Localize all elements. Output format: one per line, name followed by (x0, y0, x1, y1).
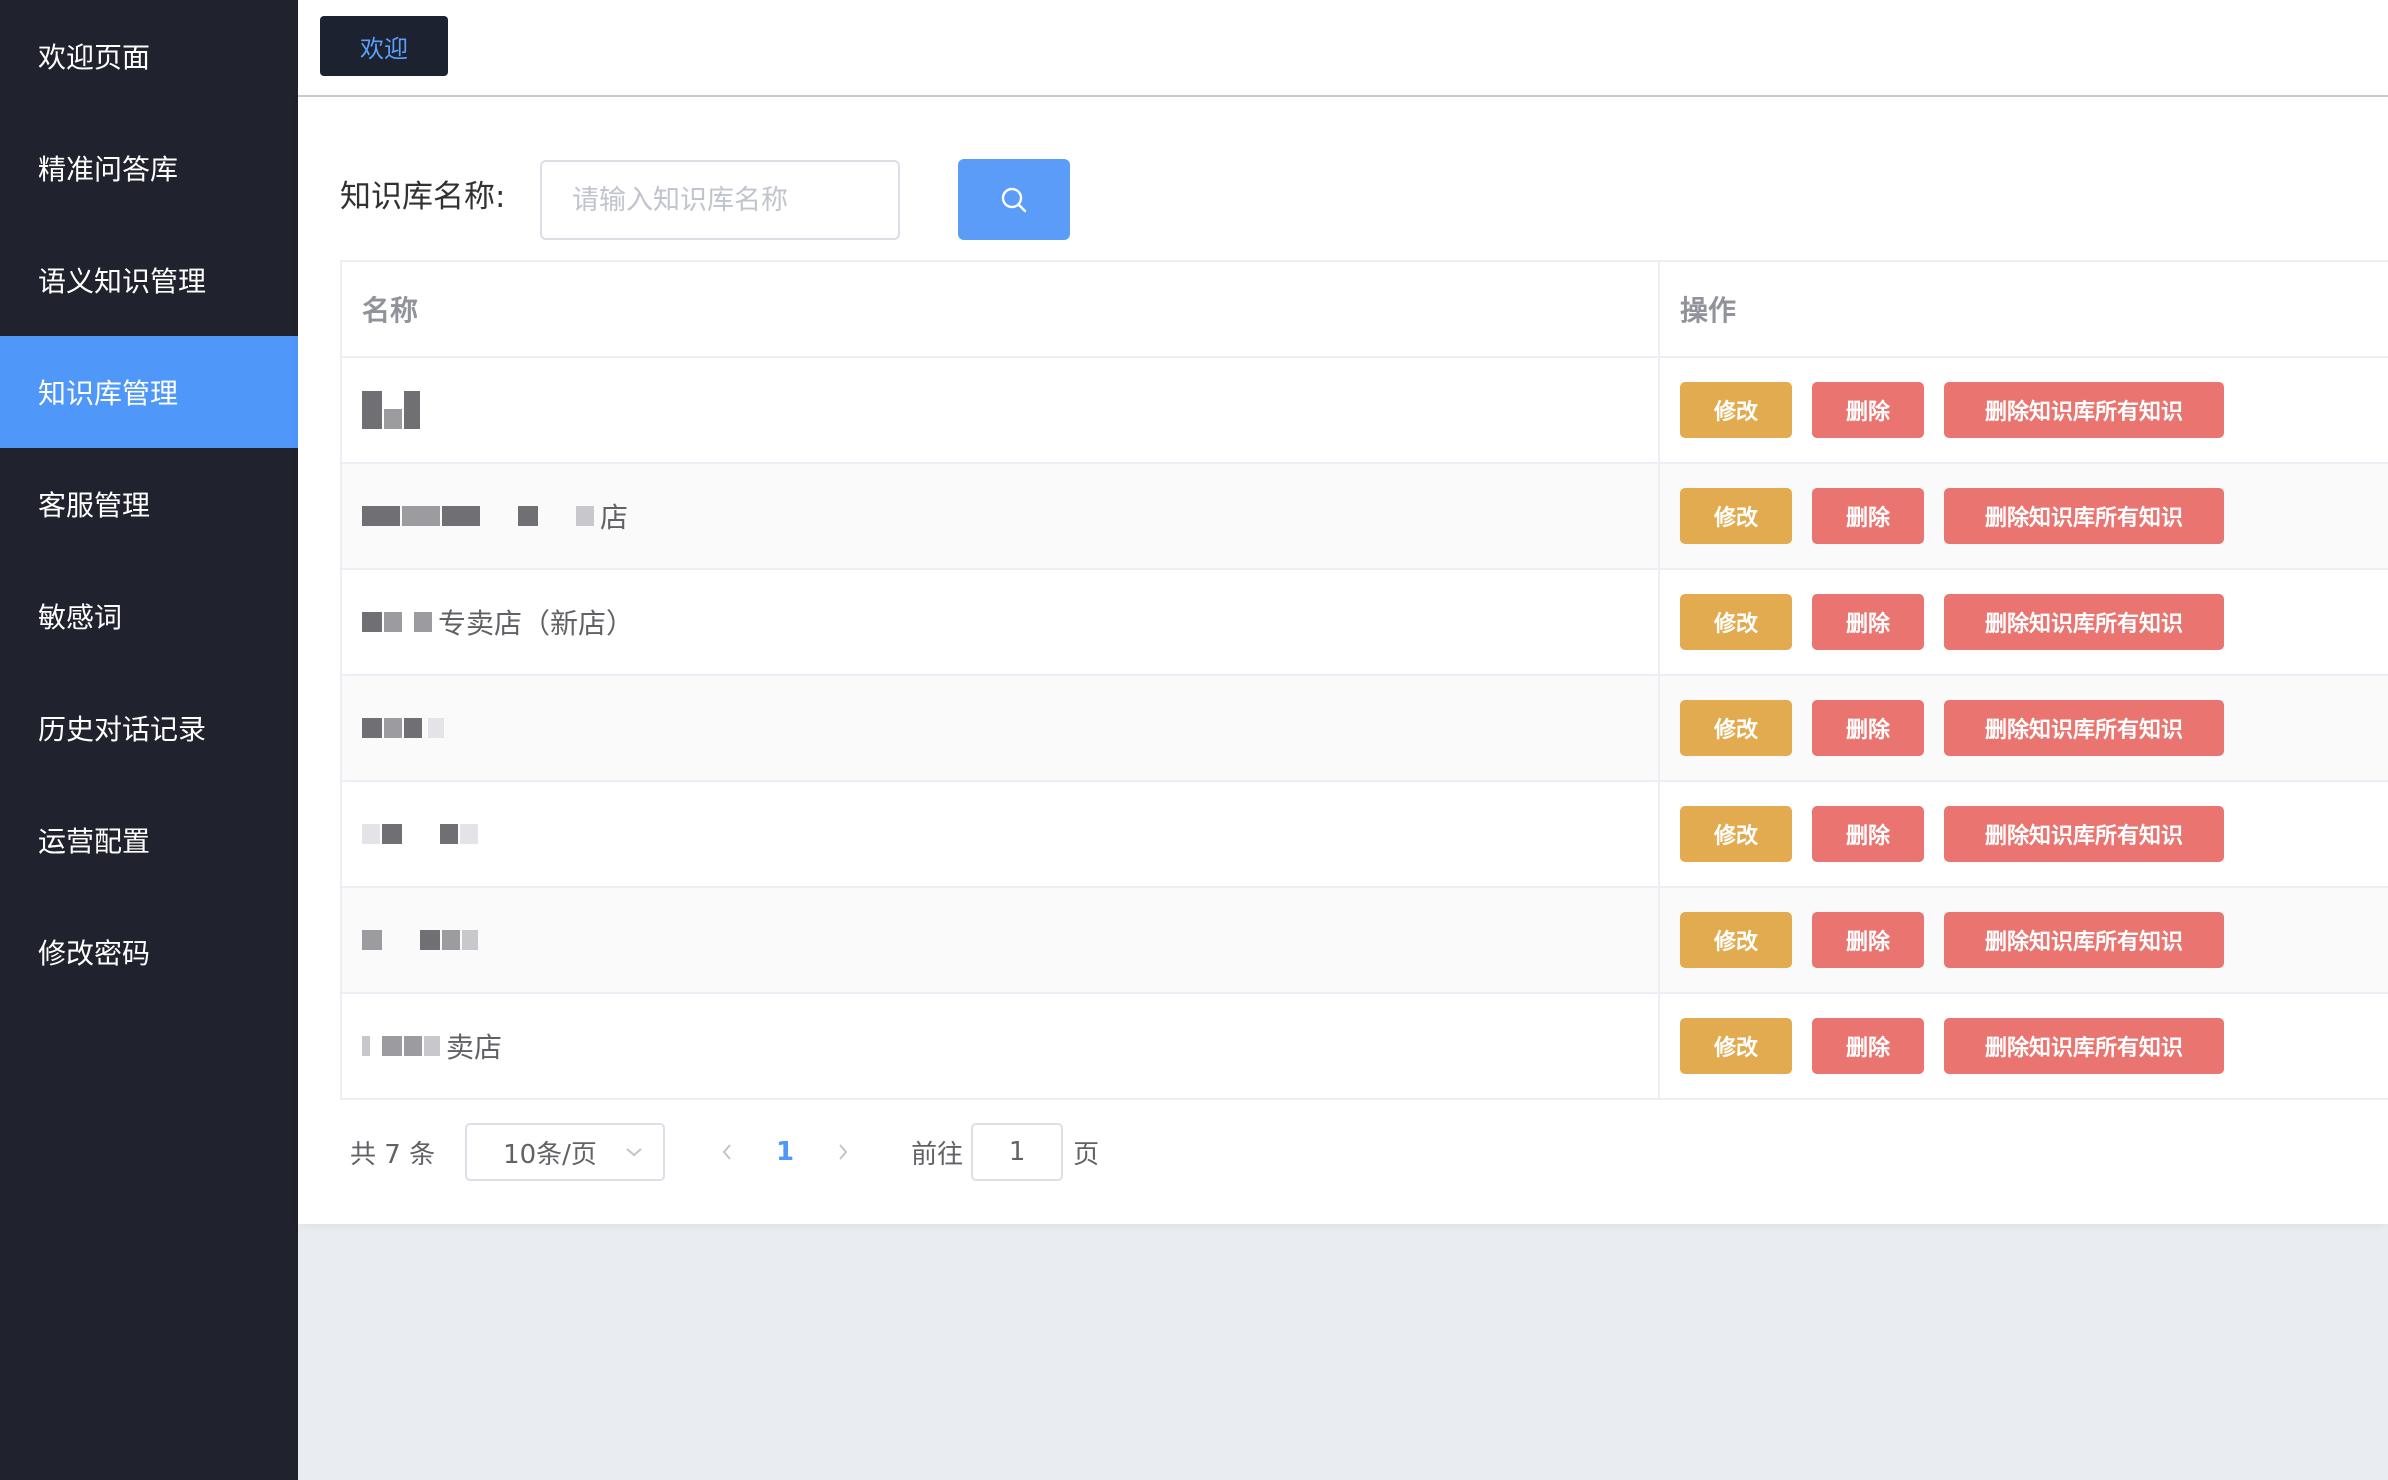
table-row: 修改 删除 删除知识库所有知识 (342, 358, 2388, 464)
redacted-text (362, 718, 446, 738)
sidebar-item-semantic-knowledge[interactable]: 语义知识管理 (0, 224, 298, 336)
chevron-left-icon (722, 1144, 731, 1160)
row-actions: 修改 删除 删除知识库所有知识 (1660, 676, 2388, 780)
sidebar-item-operations[interactable]: 运营配置 (0, 784, 298, 896)
edit-button[interactable]: 修改 (1680, 700, 1792, 756)
row-name-text: 专卖店（新店） (438, 607, 635, 640)
table-header: 名称 操作 (342, 262, 2388, 358)
redacted-text (362, 506, 596, 526)
row-actions: 修改 删除 删除知识库所有知识 (1660, 464, 2388, 568)
sidebar-item-history[interactable]: 历史对话记录 (0, 672, 298, 784)
row-name-cell (342, 888, 1660, 992)
row-name-text: 店 (600, 501, 629, 534)
redacted-text (362, 391, 422, 429)
search-button[interactable] (958, 159, 1070, 240)
redacted-text (362, 1036, 442, 1056)
sidebar-item-sensitive-words[interactable]: 敏感词 (0, 560, 298, 672)
column-header-ops: 操作 (1680, 294, 1737, 327)
search-input[interactable] (540, 160, 900, 240)
redacted-text (362, 612, 434, 632)
sidebar-item-change-password[interactable]: 修改密码 (0, 896, 298, 1008)
tab-welcome[interactable]: 欢迎 (320, 16, 448, 76)
chevron-down-icon (626, 1148, 642, 1157)
row-actions: 修改 删除 删除知识库所有知识 (1660, 888, 2388, 992)
edit-button[interactable]: 修改 (1680, 1018, 1792, 1074)
chevron-right-icon (839, 1144, 848, 1160)
column-header-name: 名称 (342, 262, 1660, 356)
row-name-text: 卖店 (446, 1031, 503, 1064)
next-page-button[interactable] (823, 1123, 863, 1181)
table-row: 卖店 修改 删除 删除知识库所有知识 (342, 994, 2388, 1100)
row-name-cell (342, 358, 1660, 462)
table-row: 店 修改 删除 删除知识库所有知识 (342, 464, 2388, 570)
row-name-cell: 店 (342, 464, 1660, 568)
table-row: 专卖店（新店） 修改 删除 删除知识库所有知识 (342, 570, 2388, 676)
pagination-total: 共 7 条 (350, 1139, 436, 1170)
sidebar-item-customer-service[interactable]: 客服管理 (0, 448, 298, 560)
redacted-text (362, 930, 480, 950)
sidebar: 欢迎页面 精准问答库 语义知识管理 知识库管理 客服管理 敏感词 历史对话记录 … (0, 0, 298, 1480)
search-label: 知识库名称: (340, 179, 506, 215)
delete-button[interactable]: 删除 (1812, 488, 1924, 544)
sidebar-item-knowledge-base[interactable]: 知识库管理 (0, 336, 298, 448)
table-row: 修改 删除 删除知识库所有知识 (342, 676, 2388, 782)
row-name-cell (342, 782, 1660, 886)
edit-button[interactable]: 修改 (1680, 382, 1792, 438)
delete-all-knowledge-button[interactable]: 删除知识库所有知识 (1944, 806, 2224, 862)
delete-button[interactable]: 删除 (1812, 1018, 1924, 1074)
delete-all-knowledge-button[interactable]: 删除知识库所有知识 (1944, 488, 2224, 544)
delete-all-knowledge-button[interactable]: 删除知识库所有知识 (1944, 912, 2224, 968)
edit-button[interactable]: 修改 (1680, 806, 1792, 862)
delete-all-knowledge-button[interactable]: 删除知识库所有知识 (1944, 1018, 2224, 1074)
page-number-current[interactable]: 1 (747, 1137, 823, 1167)
prev-page-button[interactable] (707, 1123, 747, 1181)
delete-button[interactable]: 删除 (1812, 912, 1924, 968)
table-row: 修改 删除 删除知识库所有知识 (342, 782, 2388, 888)
row-actions: 修改 删除 删除知识库所有知识 (1660, 782, 2388, 886)
delete-all-knowledge-button[interactable]: 删除知识库所有知识 (1944, 700, 2224, 756)
edit-button[interactable]: 修改 (1680, 912, 1792, 968)
row-actions: 修改 删除 删除知识库所有知识 (1660, 358, 2388, 462)
row-name-cell: 专卖店（新店） (342, 570, 1660, 674)
delete-button[interactable]: 删除 (1812, 700, 1924, 756)
delete-button[interactable]: 删除 (1812, 594, 1924, 650)
row-name-cell: 卖店 (342, 994, 1660, 1098)
page-size-value: 10条/页 (503, 1139, 597, 1170)
top-bar: 欢迎 (298, 0, 2388, 97)
delete-all-knowledge-button[interactable]: 删除知识库所有知识 (1944, 594, 2224, 650)
row-name-cell (342, 676, 1660, 780)
table-row: 修改 删除 删除知识库所有知识 (342, 888, 2388, 994)
knowledge-base-table: 名称 操作 修改 删除 删除知识库所有知识 店 修改 删除 删除知识库所有知识 … (340, 260, 2388, 1100)
row-actions: 修改 删除 删除知识库所有知识 (1660, 570, 2388, 674)
delete-all-knowledge-button[interactable]: 删除知识库所有知识 (1944, 382, 2224, 438)
edit-button[interactable]: 修改 (1680, 488, 1792, 544)
search-icon (1001, 187, 1027, 212)
sidebar-item-precise-qa[interactable]: 精准问答库 (0, 112, 298, 224)
delete-button[interactable]: 删除 (1812, 382, 1924, 438)
row-actions: 修改 删除 删除知识库所有知识 (1660, 994, 2388, 1098)
delete-button[interactable]: 删除 (1812, 806, 1924, 862)
page-size-select[interactable]: 10条/页 (465, 1123, 666, 1181)
goto-page-input[interactable] (971, 1123, 1064, 1181)
goto-label: 前往 (911, 1139, 964, 1170)
sidebar-item-welcome[interactable]: 欢迎页面 (0, 0, 298, 112)
page-suffix-label: 页 (1073, 1139, 1100, 1170)
edit-button[interactable]: 修改 (1680, 594, 1792, 650)
main-panel: 知识库名称: 名称 操作 修改 删除 删除知识库所有知识 (298, 97, 2388, 1224)
redacted-text (362, 824, 480, 844)
pagination: 共 7 条 10条/页 1 前往 页 (350, 1123, 1099, 1181)
